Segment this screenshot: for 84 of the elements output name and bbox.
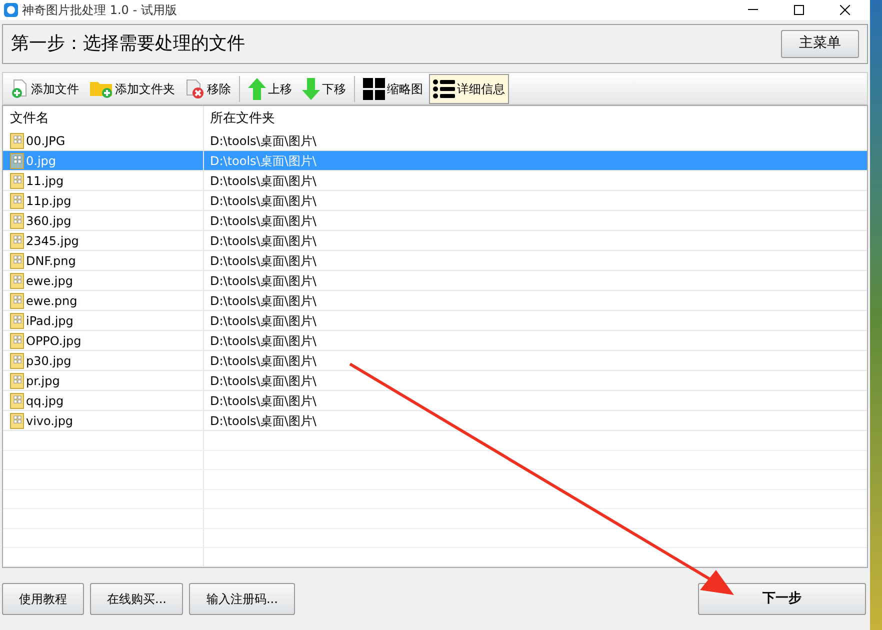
toolbar-button[interactable]: 添加文件 xyxy=(7,74,83,104)
file-name: ewe.png xyxy=(26,292,78,310)
folder-path: D:\tools\桌面\图片\ xyxy=(209,412,318,430)
folder-path: D:\tools\桌面\图片\ xyxy=(209,172,318,190)
next-step-button[interactable]: 下一步 xyxy=(698,583,866,616)
window-title: 神奇图片批处理 1.0 - 试用版 xyxy=(22,2,177,19)
image-file-icon xyxy=(10,352,24,369)
image-file-icon xyxy=(10,212,24,229)
toolbar-button[interactable]: 缩略图 xyxy=(359,74,427,104)
toolbar-button[interactable]: 移除 xyxy=(181,74,235,104)
image-file-icon xyxy=(10,312,24,329)
file-row[interactable]: p30.jpg D:\tools\桌面\图片\ xyxy=(3,351,867,372)
file-name: 11p.jpg xyxy=(26,192,72,210)
list-icon xyxy=(433,78,455,99)
file-row[interactable]: iPad.jpg D:\tools\桌面\图片\ xyxy=(3,311,867,332)
folder-path: D:\tools\桌面\图片\ xyxy=(209,392,318,410)
image-file-icon xyxy=(10,292,24,309)
file-row[interactable]: ewe.png D:\tools\桌面\图片\ xyxy=(3,291,867,312)
grid-icon xyxy=(363,78,385,100)
folder-path: D:\tools\桌面\图片\ xyxy=(209,152,318,170)
down-arrow-icon xyxy=(302,78,320,100)
up-arrow-icon xyxy=(248,78,266,100)
file-name: pr.jpg xyxy=(26,372,60,390)
add-file-icon xyxy=(11,78,29,99)
image-file-icon xyxy=(10,132,24,149)
file-row[interactable]: pr.jpg D:\tools\桌面\图片\ xyxy=(3,371,867,392)
maximize-icon[interactable] xyxy=(794,4,804,15)
image-file-icon xyxy=(10,192,24,209)
file-row[interactable]: vivo.jpg D:\tools\桌面\图片\ xyxy=(3,411,867,432)
image-file-icon xyxy=(10,412,24,429)
toolbar-button[interactable]: 上移 xyxy=(244,74,296,104)
file-name: vivo.jpg xyxy=(26,412,74,430)
image-file-icon xyxy=(10,392,24,409)
image-file-icon xyxy=(10,272,24,289)
image-file-icon xyxy=(10,332,24,349)
file-row[interactable]: 360.jpg D:\tools\桌面\图片\ xyxy=(3,211,867,232)
app-icon xyxy=(4,2,18,17)
file-name: 0.jpg xyxy=(26,152,56,170)
footer-button[interactable]: 在线购买... xyxy=(90,583,184,616)
file-name: p30.jpg xyxy=(26,352,72,370)
column-header[interactable]: 所在文件夹 xyxy=(204,106,867,132)
file-row[interactable]: 11p.jpg D:\tools\桌面\图片\ xyxy=(3,191,867,212)
folder-path: D:\tools\桌面\图片\ xyxy=(209,312,318,330)
file-row[interactable]: qq.jpg D:\tools\桌面\图片\ xyxy=(3,391,867,412)
folder-path: D:\tools\桌面\图片\ xyxy=(209,272,318,290)
folder-path: D:\tools\桌面\图片\ xyxy=(209,372,318,390)
column-header[interactable]: 文件名 xyxy=(3,106,204,132)
folder-path: D:\tools\桌面\图片\ xyxy=(209,212,318,230)
image-file-icon xyxy=(10,372,24,389)
image-file-icon xyxy=(10,252,24,269)
toolbar-button[interactable]: 下移 xyxy=(298,74,350,104)
file-name: qq.jpg xyxy=(26,392,64,410)
image-file-icon xyxy=(10,172,24,189)
file-row[interactable]: ewe.jpg D:\tools\桌面\图片\ xyxy=(3,271,867,292)
file-row[interactable]: DNF.png D:\tools\桌面\图片\ xyxy=(3,251,867,272)
file-name: 00.JPG xyxy=(26,132,66,150)
file-name: 11.jpg xyxy=(26,172,64,190)
file-row[interactable]: OPPO.jpg D:\tools\桌面\图片\ xyxy=(3,331,867,352)
footer-button[interactable]: 使用教程 xyxy=(2,583,84,616)
minimize-icon[interactable] xyxy=(748,9,758,10)
file-name: DNF.png xyxy=(26,252,76,270)
file-name: 2345.jpg xyxy=(26,232,79,250)
folder-path: D:\tools\桌面\图片\ xyxy=(209,352,318,370)
folder-path: D:\tools\桌面\图片\ xyxy=(209,132,318,150)
folder-path: D:\tools\桌面\图片\ xyxy=(209,192,318,210)
toolbar-button[interactable]: 详细信息 xyxy=(429,74,509,104)
image-file-icon xyxy=(10,232,24,249)
file-name: iPad.jpg xyxy=(26,312,74,330)
folder-path: D:\tools\桌面\图片\ xyxy=(209,292,318,310)
folder-path: D:\tools\桌面\图片\ xyxy=(209,232,318,250)
file-row[interactable]: 2345.jpg D:\tools\桌面\图片\ xyxy=(3,231,867,252)
file-name: 360.jpg xyxy=(26,212,72,230)
remove-icon xyxy=(185,78,205,99)
file-name: ewe.jpg xyxy=(26,272,73,290)
folder-path: D:\tools\桌面\图片\ xyxy=(209,252,318,270)
footer-button[interactable]: 输入注册码... xyxy=(189,583,295,616)
toolbar-button[interactable]: 添加文件夹 xyxy=(85,74,179,104)
folder-path: D:\tools\桌面\图片\ xyxy=(209,332,318,350)
close-icon[interactable] xyxy=(840,4,850,15)
file-row[interactable]: 11.jpg D:\tools\桌面\图片\ xyxy=(3,171,867,192)
step-heading: 第一步：选择需要处理的文件 xyxy=(11,32,245,56)
image-file-icon xyxy=(10,152,24,169)
file-name: OPPO.jpg xyxy=(26,332,82,350)
main-menu-button[interactable]: 主菜单 xyxy=(781,30,859,58)
